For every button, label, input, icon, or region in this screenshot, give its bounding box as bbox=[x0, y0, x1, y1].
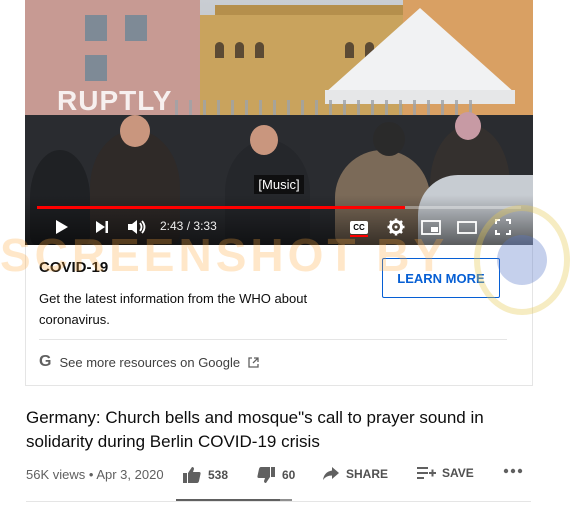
seal-center bbox=[497, 235, 547, 285]
google-resources-link[interactable]: G See more resources on Google bbox=[39, 353, 259, 371]
progress-bar[interactable] bbox=[37, 206, 521, 209]
video-title: Germany: Church bells and mosque"s call … bbox=[26, 408, 484, 451]
screenshot-watermark: SCREENSHOT BY bbox=[0, 229, 449, 281]
google-g-icon: G bbox=[39, 353, 52, 370]
google-resources-label: See more resources on Google bbox=[59, 354, 241, 370]
like-count: 538 bbox=[208, 468, 229, 482]
scene-tent bbox=[325, 8, 515, 93]
thumbs-up-icon bbox=[183, 467, 201, 483]
youtube-watch-page: RUPTLY [Music] 2:43 / 3:33 CC COVID-19 G… bbox=[0, 0, 574, 509]
scene-window bbox=[235, 42, 244, 58]
share-button[interactable]: SHARE bbox=[322, 466, 388, 481]
share-label: SHARE bbox=[346, 466, 389, 481]
view-count: 56K views bbox=[26, 467, 86, 482]
scene-head bbox=[373, 122, 405, 156]
divider bbox=[26, 501, 531, 502]
covid-panel-text: Get the latest information from the WHO … bbox=[39, 291, 308, 327]
seal-watermark bbox=[474, 205, 570, 315]
like-button[interactable]: 538 bbox=[182, 466, 228, 484]
caption-track: [Music] bbox=[25, 175, 533, 194]
scene-head bbox=[455, 112, 481, 140]
divider bbox=[39, 339, 507, 340]
more-horizontal-icon bbox=[503, 468, 523, 474]
upload-date: Apr 3, 2020 bbox=[96, 467, 164, 482]
scene-window bbox=[255, 42, 264, 58]
scene-window bbox=[85, 55, 107, 81]
thumbs-down-icon bbox=[257, 467, 275, 483]
video-player[interactable]: RUPTLY [Music] 2:43 / 3:33 CC bbox=[25, 0, 533, 245]
playlist-add-icon bbox=[417, 467, 436, 479]
scene-window bbox=[85, 15, 107, 41]
caption-text: [Music] bbox=[254, 175, 304, 194]
external-link-icon bbox=[248, 356, 259, 368]
channel-watermark: RUPTLY bbox=[57, 85, 173, 116]
more-actions-button[interactable] bbox=[503, 468, 523, 474]
share-icon bbox=[323, 467, 339, 480]
scene-head bbox=[250, 125, 278, 155]
scene-window bbox=[215, 42, 224, 58]
progress-bar-fill bbox=[37, 206, 405, 209]
save-label: SAVE bbox=[442, 466, 474, 480]
dislike-button[interactable]: 60 bbox=[256, 466, 295, 484]
save-button[interactable]: SAVE bbox=[417, 466, 474, 480]
scene-head bbox=[120, 115, 150, 147]
meta-separator: • bbox=[88, 467, 94, 482]
dislike-count: 60 bbox=[282, 468, 296, 482]
theater-icon bbox=[457, 220, 477, 234]
theater-mode-button[interactable] bbox=[455, 216, 479, 238]
video-meta: 56K views • Apr 3, 2020 bbox=[26, 467, 164, 482]
scene-window bbox=[125, 15, 147, 41]
